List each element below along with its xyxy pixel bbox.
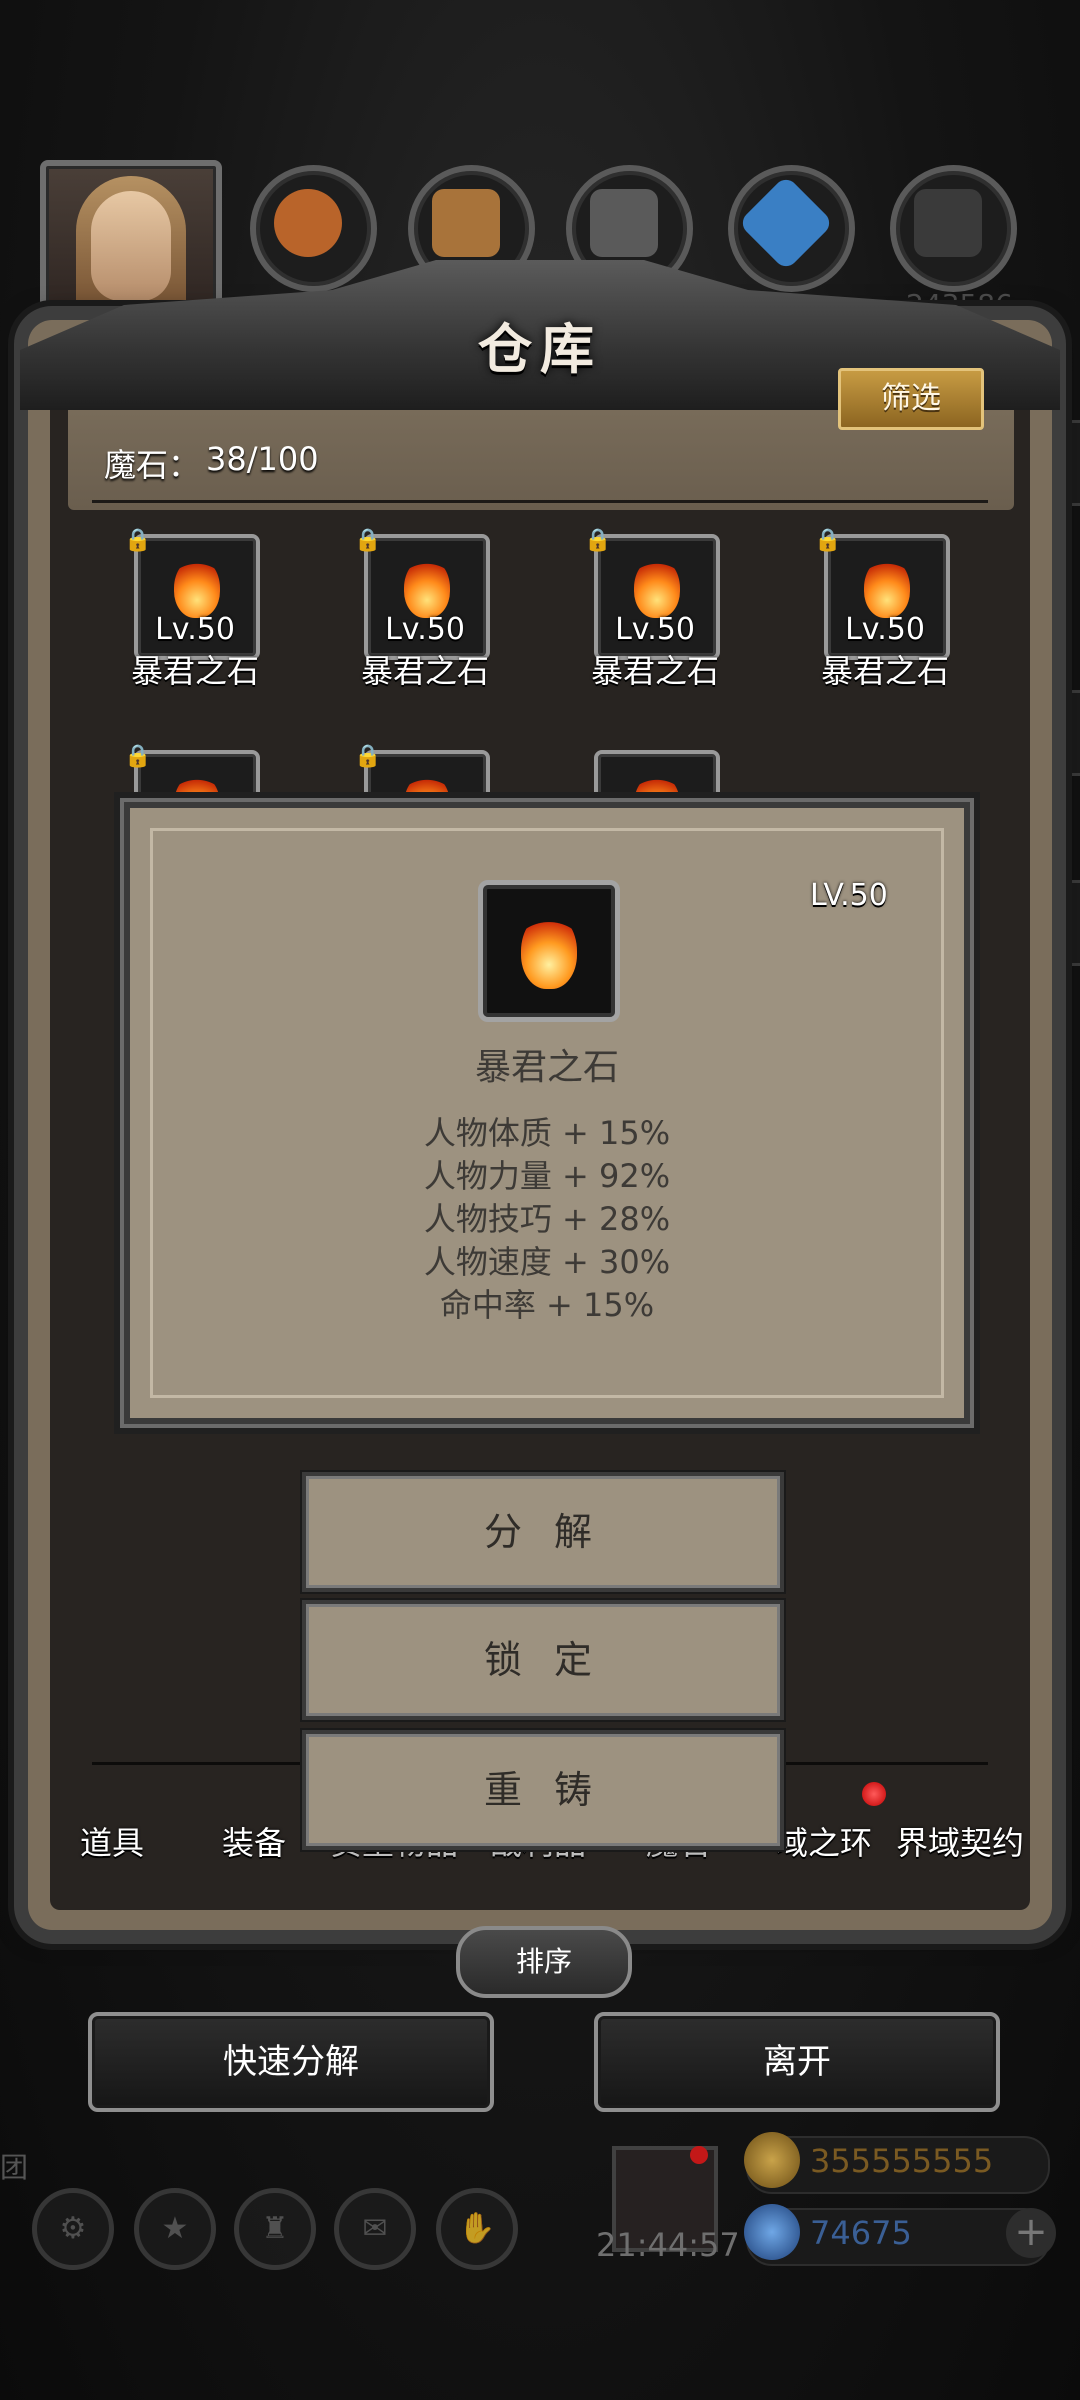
- stat-line: 人物技巧 + 28%: [423, 1200, 671, 1238]
- filter-button[interactable]: 筛选: [838, 368, 984, 430]
- steel-resource-icon[interactable]: [890, 165, 1017, 292]
- avatar-face: [91, 191, 171, 301]
- notification-dot: [690, 2146, 708, 2164]
- flame-stone-icon: [174, 558, 220, 618]
- flame-stone-icon: [634, 558, 680, 618]
- lock-icon: 🔒: [354, 528, 382, 553]
- inventory-item[interactable]: 🔒 Lv.50 暴君之石: [310, 528, 540, 704]
- stat-line: 人物力量 + 92%: [423, 1157, 671, 1195]
- item-level: Lv.50: [845, 612, 925, 647]
- gold-coin-icon: [744, 2132, 800, 2188]
- handshake-icon[interactable]: ✋: [436, 2188, 518, 2270]
- tab-domain-ring[interactable]: 域之环: [776, 1818, 872, 1864]
- flame-stone-icon: [404, 558, 450, 618]
- inventory-item[interactable]: 🔒 Lv.50 暴君之石: [540, 528, 770, 704]
- castle-icon[interactable]: ♜: [234, 2188, 316, 2270]
- decompose-button[interactable]: 分 解: [302, 1472, 784, 1592]
- lock-icon: 🔒: [354, 744, 382, 769]
- gold-amount: 355555555: [810, 2142, 994, 2180]
- side-tab[interactable]: [1051, 690, 1080, 776]
- leave-button[interactable]: 离开: [594, 2012, 1000, 2112]
- crystal-resource-icon[interactable]: [728, 165, 855, 292]
- gem-amount: 74675: [810, 2214, 912, 2252]
- lock-icon: 🔒: [124, 528, 152, 553]
- lock-icon: 🔒: [584, 528, 612, 553]
- add-currency-button[interactable]: +: [1006, 2208, 1056, 2258]
- popup-item-slot: [478, 880, 620, 1022]
- stat-line: 人物体质 + 15%: [423, 1114, 671, 1152]
- gem-icon: [744, 2204, 800, 2260]
- item-name: 暴君之石: [590, 652, 719, 690]
- item-name: 暴君之石: [820, 652, 949, 690]
- item-level: Lv.50: [155, 612, 235, 647]
- side-tab[interactable]: [1051, 880, 1080, 966]
- page-title: 仓库: [478, 318, 602, 381]
- inventory-item[interactable]: 🔒 Lv.50 暴君之石: [80, 528, 310, 704]
- inventory-item[interactable]: 🔒 Lv.50 暴君之石: [770, 528, 1000, 704]
- popup-item-level: LV.50: [810, 878, 888, 913]
- lock-icon: 🔒: [124, 744, 152, 769]
- notification-dot: [862, 1782, 886, 1806]
- side-tab[interactable]: [1051, 420, 1080, 506]
- item-name: 暴君之石: [360, 652, 489, 690]
- left-edge-text: 团: [0, 2151, 29, 2184]
- tab-items[interactable]: 道具: [80, 1818, 144, 1864]
- stone-count-value: 38/100: [206, 440, 319, 478]
- lock-icon: 🔒: [814, 528, 842, 553]
- item-name: 暴君之石: [130, 652, 259, 690]
- stat-line: 命中率 + 15%: [439, 1286, 655, 1324]
- meat-resource-icon[interactable]: [250, 165, 377, 292]
- sort-button[interactable]: 排序: [456, 1926, 632, 1998]
- quick-decompose-button[interactable]: 快速分解: [88, 2012, 494, 2112]
- clock-text: 21:44:57: [596, 2226, 740, 2264]
- lock-button[interactable]: 锁 定: [302, 1600, 784, 1720]
- divider: [92, 500, 988, 503]
- item-level: Lv.50: [385, 612, 465, 647]
- flame-stone-icon: [864, 558, 910, 618]
- flame-stone-icon: [521, 913, 577, 989]
- stone-count-label: 魔石：: [104, 446, 201, 484]
- reforge-button[interactable]: 重 铸: [302, 1730, 784, 1850]
- star-icon[interactable]: ★: [134, 2188, 216, 2270]
- mail-icon[interactable]: ✉: [334, 2188, 416, 2270]
- item-level: Lv.50: [615, 612, 695, 647]
- popup-item-name: 暴君之石: [474, 1047, 619, 1088]
- stat-line: 人物速度 + 30%: [423, 1243, 671, 1281]
- tab-domain-contract[interactable]: 界域契约: [896, 1818, 1024, 1864]
- tab-equipment[interactable]: 装备: [222, 1818, 286, 1864]
- settings-icon[interactable]: ⚙: [32, 2188, 114, 2270]
- item-detail-popup: LV.50 暴君之石 人物体质 + 15% 人物力量 + 92% 人物技巧 + …: [124, 802, 970, 1424]
